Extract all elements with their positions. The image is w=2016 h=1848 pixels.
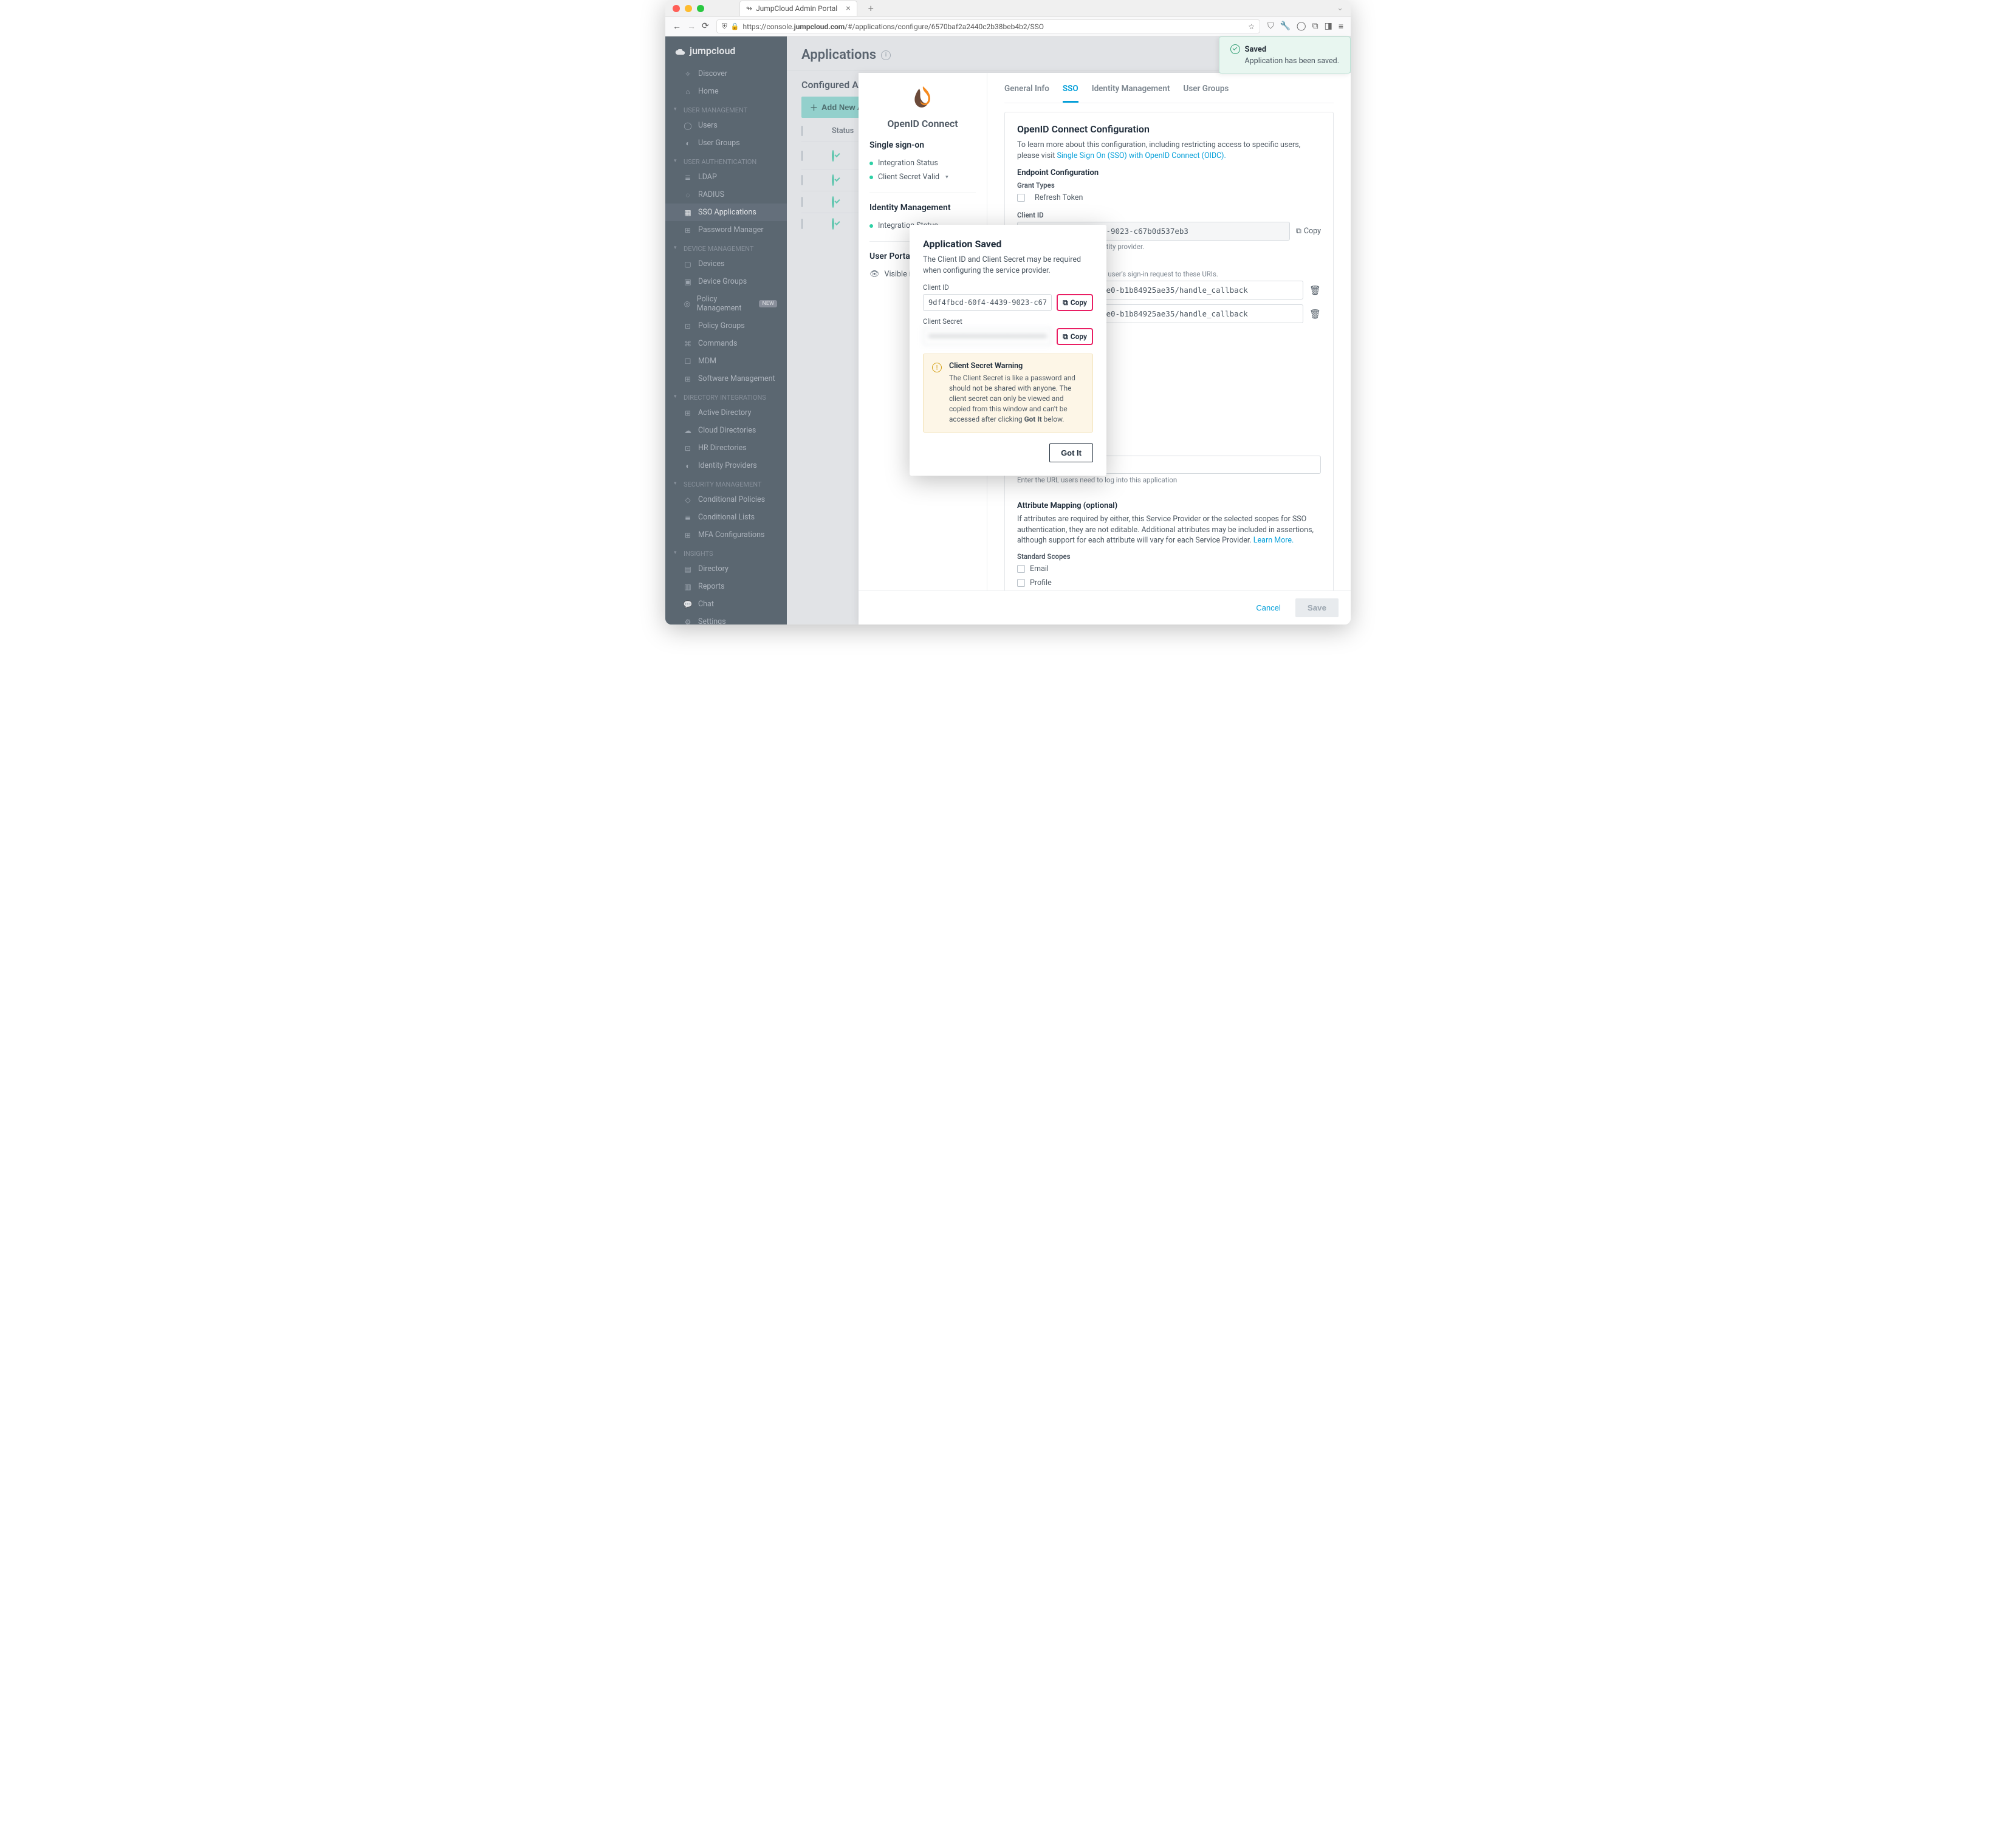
standard-scopes-label: Standard Scopes	[1017, 552, 1321, 561]
modal-client-secret-field[interactable]	[923, 328, 1052, 345]
attribute-mapping-desc: If attributes are required by either, th…	[1017, 514, 1321, 546]
status-dot-ok	[869, 176, 873, 179]
tab-favicon: ↬	[746, 4, 752, 13]
extensions-icon[interactable]: ⧉	[1312, 21, 1318, 32]
devtools-icon[interactable]: 🔧	[1280, 21, 1290, 32]
maximize-window[interactable]	[697, 5, 704, 12]
account-icon[interactable]: ◯	[1297, 21, 1306, 32]
integration-status-item: Integration Status	[869, 156, 976, 170]
client-id-copy-button[interactable]: ⧉ Copy	[1296, 227, 1321, 236]
oidc-config-desc: To learn more about this configuration, …	[1017, 140, 1321, 161]
tab-user-groups[interactable]: User Groups	[1183, 84, 1229, 103]
learn-more-link[interactable]: Learn More.	[1253, 536, 1294, 545]
menu-icon[interactable]: ≡	[1339, 21, 1343, 32]
modal-title: Application Saved	[923, 238, 1093, 250]
panel-footer: Cancel Save	[859, 590, 1351, 625]
panel-tabs: General Info SSO Identity Management Use…	[1004, 84, 1334, 103]
sso-section-heading: Single sign-on	[869, 140, 976, 150]
tab-identity-management[interactable]: Identity Management	[1092, 84, 1170, 103]
privacy-icon[interactable]: ⛉	[1267, 21, 1274, 32]
trash-icon[interactable]: 🗑	[1309, 285, 1321, 296]
client-secret-warning: ! Client Secret Warning The Client Secre…	[923, 354, 1093, 433]
trash-icon[interactable]: 🗑	[1309, 309, 1321, 320]
tab-general-info[interactable]: General Info	[1004, 84, 1049, 103]
modal-client-secret-label: Client Secret	[923, 317, 1093, 326]
forward-button[interactable]: →	[687, 21, 696, 32]
status-dot-ok	[869, 162, 873, 165]
close-window[interactable]	[673, 5, 680, 12]
sidebar-toggle-icon[interactable]: ◨	[1325, 21, 1332, 32]
close-tab-icon[interactable]: ×	[846, 4, 850, 13]
sso-oidc-link[interactable]: Single Sign On (SSO) with OpenID Connect…	[1057, 151, 1226, 160]
panel-title: OpenID Connect	[869, 118, 976, 129]
scope-email-checkbox[interactable]	[1017, 565, 1025, 573]
browser-addressbar: ← → ⟳ ⛨ 🔒 https://console.jumpcloud.com/…	[665, 17, 1351, 36]
scope-email-row[interactable]: Email	[1017, 562, 1321, 576]
modal-client-id-field[interactable]	[923, 294, 1052, 311]
login-url-hint: Enter the URL users need to log into thi…	[1017, 476, 1321, 484]
traffic-lights	[673, 5, 704, 12]
refresh-token-checkbox[interactable]	[1017, 194, 1025, 202]
back-button[interactable]: ←	[673, 21, 681, 32]
save-button: Save	[1295, 598, 1339, 617]
oidc-config-heading: OpenID Connect Configuration	[1017, 123, 1321, 135]
modal-description: The Client ID and Client Secret may be r…	[923, 255, 1093, 276]
client-secret-valid-item[interactable]: Client Secret Valid ▾	[869, 170, 976, 184]
warning-body: The Client Secret is like a password and…	[949, 373, 1084, 425]
chevron-down-icon: ▾	[945, 174, 948, 180]
application-saved-modal: Application Saved The Client ID and Clie…	[910, 225, 1106, 476]
tab-overflow-icon[interactable]: ⌄	[1337, 4, 1343, 13]
idm-section-heading: Identity Management	[869, 203, 976, 213]
tab-sso[interactable]: SSO	[1063, 84, 1078, 103]
attribute-mapping-heading: Attribute Mapping (optional)	[1017, 501, 1321, 510]
shield-icon: ⛨	[722, 22, 727, 31]
saved-toast: Saved Application has been saved.	[1219, 36, 1351, 74]
cancel-button[interactable]: Cancel	[1249, 598, 1287, 617]
modal-client-id-label: Client ID	[923, 283, 1093, 292]
warning-title: Client Secret Warning	[949, 361, 1084, 371]
browser-tab[interactable]: ↬ JumpCloud Admin Portal ×	[739, 1, 857, 16]
modal-copy-client-secret-button[interactable]: ⧉ Copy	[1057, 328, 1093, 345]
reload-button[interactable]: ⟳	[702, 21, 709, 32]
endpoint-config-heading: Endpoint Configuration	[1017, 168, 1321, 177]
minimize-window[interactable]	[685, 5, 692, 12]
client-id-label: Client ID	[1017, 211, 1321, 219]
url-text: https://console.jumpcloud.com/#/applicat…	[742, 22, 1044, 31]
url-field[interactable]: ⛨ 🔒 https://console.jumpcloud.com/#/appl…	[716, 19, 1260, 33]
toast-title: Saved	[1245, 45, 1267, 54]
check-icon	[1230, 44, 1240, 54]
grant-types-label: Grant Types	[1017, 181, 1321, 190]
toast-message: Application has been saved.	[1245, 56, 1340, 66]
eye-icon: 👁	[869, 270, 880, 279]
scope-profile-checkbox[interactable]	[1017, 579, 1025, 587]
got-it-button[interactable]: Got It	[1049, 443, 1093, 462]
flame-icon	[911, 85, 935, 112]
refresh-token-checkbox-row[interactable]: Refresh Token	[1017, 191, 1321, 205]
new-tab-button[interactable]: +	[868, 2, 874, 14]
scope-profile-row[interactable]: Profile	[1017, 576, 1321, 590]
modal-copy-client-id-button[interactable]: ⧉ Copy	[1057, 294, 1093, 311]
warning-icon: !	[932, 363, 942, 372]
bookmark-icon[interactable]: ☆	[1248, 22, 1255, 31]
tab-title: JumpCloud Admin Portal	[756, 4, 837, 13]
status-dot-ok	[869, 224, 873, 228]
lock-icon: 🔒	[731, 22, 739, 30]
browser-titlebar: ↬ JumpCloud Admin Portal × + ⌄	[665, 0, 1351, 17]
